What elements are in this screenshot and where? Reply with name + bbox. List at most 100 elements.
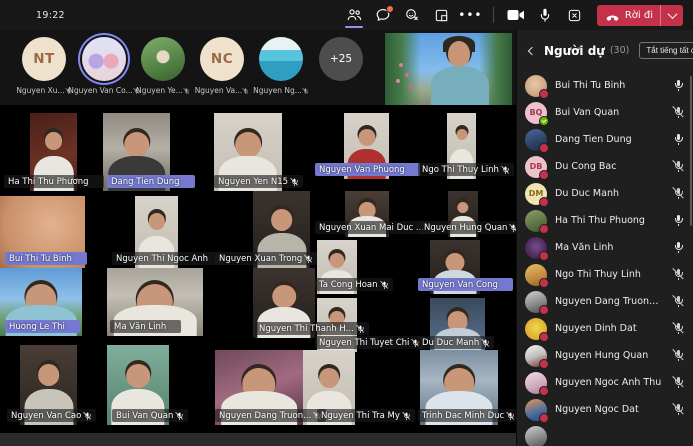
leave-menu-chevron[interactable]	[661, 5, 683, 26]
mic-status-icon[interactable]	[672, 79, 685, 93]
mic-status-icon[interactable]	[672, 106, 685, 120]
self-video-tile[interactable]	[385, 33, 512, 105]
mic-status-icon[interactable]	[672, 403, 685, 417]
active-tab-underline	[345, 26, 363, 28]
participant-name-label: Nguyen Van Cao	[7, 409, 96, 422]
mic-status-icon[interactable]	[672, 187, 685, 201]
video-tile[interactable]: Huong Le Thi	[0, 268, 82, 336]
presence-badge	[539, 143, 549, 153]
chevron-left-icon	[528, 46, 536, 54]
video-tile[interactable]: Nguyen Van Cong	[430, 240, 480, 294]
participant-row[interactable]: Bui Thi Tu Binh	[517, 72, 693, 99]
participant-name-label: Nguyen Thi Tra My	[317, 409, 415, 422]
video-tile[interactable]: Du Duc Manh	[430, 298, 485, 352]
video-tile[interactable]: Nguyen Yen N15	[214, 113, 282, 191]
video-tile[interactable]: Nguyen Thi Thanh H...	[253, 268, 315, 338]
mic-muted-icon	[242, 87, 249, 94]
participant-name: Nguyen Dang Truong Giang	[555, 296, 664, 307]
camera-button[interactable]	[504, 3, 528, 27]
strip-avatar-3[interactable]: NC Nguyen Va...	[192, 37, 252, 95]
mic-status-icon[interactable]	[672, 133, 685, 147]
more-options-button[interactable]: •••	[458, 3, 482, 27]
participant-row[interactable]: BQ Bui Van Quan	[517, 99, 693, 126]
participants-icon	[346, 7, 362, 23]
mic-status-icon[interactable]	[672, 160, 685, 174]
participant-name: Du Cong Bac	[555, 161, 664, 172]
avatar	[525, 426, 547, 446]
mic-status-icon	[304, 254, 313, 264]
video-tile[interactable]: Bui Thi Tu Binh	[0, 196, 85, 268]
participant-row[interactable]: Nguyen Dinh Dat	[517, 315, 693, 342]
video-tile[interactable]: Ma Văn Linh	[107, 268, 203, 336]
participants-button[interactable]	[342, 3, 366, 27]
mic-status-icon[interactable]	[672, 349, 685, 363]
video-tile[interactable]: Nguyen Van Cao	[20, 345, 77, 425]
strip-overflow-avatar[interactable]: +25	[311, 37, 371, 81]
video-tile[interactable]: Trinh Dac Minh Duc	[420, 350, 498, 425]
participant-name: Nguyen Hung Quan	[555, 350, 664, 361]
video-tile[interactable]: Nguyen Hung Quan	[448, 191, 478, 237]
participant-name-label: Nguyen Yen N15	[214, 175, 303, 188]
mic-status-icon[interactable]	[672, 322, 685, 336]
mic-status-icon	[83, 411, 92, 421]
video-tile[interactable]: Dang Tien Dung	[103, 113, 170, 191]
reactions-button[interactable]	[400, 3, 424, 27]
video-tile[interactable]: Ta Cong Hoan	[317, 240, 357, 294]
mic-status-icon	[501, 165, 510, 175]
strip-avatar-0[interactable]: NT Nguyen Xu...	[14, 37, 74, 95]
video-tile[interactable]: Ngo Thi Thuy Linh	[447, 113, 476, 179]
breakout-rooms-button[interactable]	[429, 3, 453, 27]
avatar-initials: NC	[200, 37, 244, 81]
presence-badge	[539, 197, 549, 207]
participant-row[interactable]: Nguyen Dang Truong Giang	[517, 288, 693, 315]
panel-back-button[interactable]	[525, 44, 539, 58]
strip-avatar-4[interactable]: Nguyen Ng...	[251, 37, 311, 95]
participant-name: Bui Thi Tu Binh	[555, 80, 664, 91]
participant-name: Ma Văn Linh	[555, 242, 664, 253]
participant-row[interactable]: Ma Văn Linh	[517, 234, 693, 261]
panel-scrollbar[interactable]	[690, 76, 692, 226]
mute-all-button[interactable]: Tắt tiếng tất cả	[639, 42, 693, 59]
video-tile[interactable]: Nguyen Dang Truon...	[215, 350, 303, 425]
participant-name-label: Nguyen Thi Ngoc Anh	[112, 252, 223, 265]
participant-row[interactable]: DB Du Cong Bac	[517, 153, 693, 180]
leave-button[interactable]: Rời đi	[597, 5, 683, 26]
mic-status-icon[interactable]	[672, 295, 685, 309]
participant-name-label: Nguyen Van Cong	[418, 278, 513, 291]
breakout-rooms-icon	[434, 8, 449, 23]
video-tile[interactable]: Nguyen Van Phuong	[344, 113, 389, 179]
mic-status-icon[interactable]	[672, 214, 685, 228]
participant-row[interactable]: Nguyen Hung Quan	[517, 342, 693, 369]
participant-row[interactable]: Nguyen Ngoc Dat	[517, 396, 693, 423]
participant-row[interactable]: Ngo Thi Thuy Linh	[517, 261, 693, 288]
participants-list: Bui Thi Tu Binh BQ Bui Van Quan Dang Tie…	[517, 72, 693, 446]
avatar-initials: NT	[22, 37, 66, 81]
chat-button[interactable]	[371, 3, 395, 27]
mic-status-icon	[176, 411, 185, 421]
video-tile[interactable]: Ha Thi Thu Phương	[30, 113, 77, 191]
mic-status-icon[interactable]	[672, 376, 685, 390]
participant-row[interactable]: Ha Thi Thu Phuong	[517, 207, 693, 234]
strip-avatar-1[interactable]: Nguyen Van Co...	[74, 37, 134, 95]
mic-status-icon[interactable]	[672, 241, 685, 255]
participant-row[interactable]: DM Du Duc Manh	[517, 180, 693, 207]
video-tile[interactable]: Nguyen Xuan Trong	[253, 191, 310, 268]
video-tile[interactable]: Nguyen Xuan Mai Duc ...	[345, 191, 389, 237]
strip-avatar-2[interactable]: Nguyen Ye...	[133, 37, 193, 95]
mic-button[interactable]	[533, 3, 557, 27]
stop-share-button[interactable]	[562, 3, 586, 27]
participant-row[interactable]: Nguyen Ngoc Anh Thu	[517, 369, 693, 396]
mic-icon	[537, 7, 553, 23]
video-tile[interactable]: Bui Van Quan	[107, 345, 169, 425]
presence-badge	[539, 224, 549, 234]
video-tile[interactable]: Nguyen Thi Ngoc Anh	[135, 196, 178, 268]
presence-badge	[539, 386, 549, 396]
participant-name: Dang Tien Dung	[555, 134, 664, 145]
mic-status-icon[interactable]	[672, 268, 685, 282]
participant-name-label: Huong Le Thi	[5, 320, 80, 333]
reactions-icon	[404, 7, 420, 23]
participant-row[interactable]: Dang Tien Dung	[517, 126, 693, 153]
participant-name-label: Ta Cong Hoan	[315, 278, 393, 291]
strip-avatar-name: Nguyen Ye...	[133, 86, 193, 95]
meeting-timer: 19:22	[36, 10, 65, 21]
